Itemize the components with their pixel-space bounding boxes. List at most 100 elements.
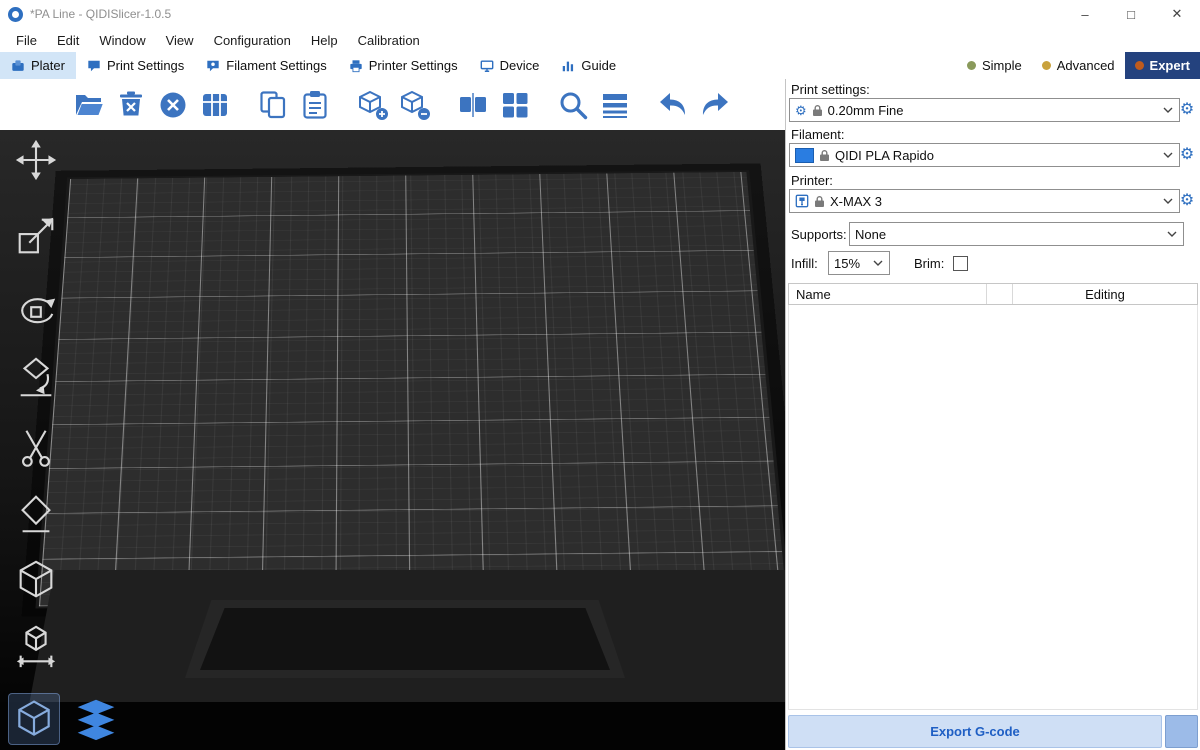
cut-tool-button[interactable]: [10, 422, 62, 474]
open-folder-icon: [73, 89, 105, 121]
mode-switcher: Simple Advanced Expert: [957, 52, 1200, 79]
menu-view[interactable]: View: [156, 33, 204, 48]
window-title: *PA Line - QIDISlicer-1.0.5: [30, 7, 171, 21]
open-project-button[interactable]: [72, 88, 106, 122]
split-objects-icon: [457, 89, 489, 121]
printer-value: X-MAX 3: [830, 194, 882, 209]
tab-printer-settings[interactable]: Printer Settings: [338, 52, 469, 79]
close-button[interactable]: ✕: [1154, 0, 1200, 28]
search-button[interactable]: [556, 88, 590, 122]
column-name[interactable]: Name: [789, 284, 987, 304]
mode-simple[interactable]: Simple: [957, 52, 1032, 79]
undo-button[interactable]: [656, 88, 690, 122]
printer-combo[interactable]: X-MAX 3: [789, 189, 1180, 213]
mirror-icon: [13, 623, 59, 669]
copy-button[interactable]: [256, 88, 290, 122]
maximize-button[interactable]: □: [1108, 0, 1154, 28]
object-list[interactable]: [788, 305, 1198, 710]
measure-cube-icon: [13, 557, 59, 603]
guide-icon: [561, 59, 575, 73]
print-bed: [35, 170, 785, 608]
split-to-parts-button[interactable]: [498, 88, 532, 122]
export-gcode-button[interactable]: Export G-code: [788, 715, 1162, 748]
mode-label: Advanced: [1057, 58, 1115, 73]
minimize-button[interactable]: –: [1062, 0, 1108, 28]
tab-print-settings[interactable]: Print Settings: [76, 52, 195, 79]
split-parts-icon: [499, 89, 531, 121]
supports-combo[interactable]: None: [849, 222, 1184, 246]
3d-editor-view-button[interactable]: [8, 693, 60, 745]
titlebar: *PA Line - QIDISlicer-1.0.5 – □ ✕: [0, 0, 1200, 28]
move-tool-button[interactable]: [10, 134, 62, 186]
mode-advanced[interactable]: Advanced: [1032, 52, 1125, 79]
3d-viewport[interactable]: [0, 130, 785, 750]
print-settings-combo[interactable]: ⚙ 0.20mm Fine: [789, 98, 1180, 122]
print-settings-icon: [87, 59, 101, 73]
delete-button[interactable]: [114, 88, 148, 122]
scale-tool-button[interactable]: [10, 210, 62, 262]
filament-combo[interactable]: QIDI PLA Rapido: [789, 143, 1180, 167]
menu-file[interactable]: File: [6, 33, 47, 48]
trash-icon: [115, 89, 147, 121]
arrange-button[interactable]: [198, 88, 232, 122]
copy-icon: [257, 89, 289, 121]
place-on-face-tool-button[interactable]: [10, 352, 62, 404]
scale-icon: [13, 213, 59, 259]
mirror-tool-button[interactable]: [10, 620, 62, 672]
menu-help[interactable]: Help: [301, 33, 348, 48]
print-settings-value: 0.20mm Fine: [828, 103, 904, 118]
infill-label: Infill:: [791, 256, 818, 271]
chevron-down-icon: [867, 260, 889, 266]
expert-mode-dot-icon: [1135, 61, 1144, 70]
variable-layer-height-button[interactable]: [598, 88, 632, 122]
lock-icon: [814, 195, 825, 208]
filament-value: QIDI PLA Rapido: [835, 148, 934, 163]
tab-device[interactable]: Device: [469, 52, 551, 79]
tab-filament-settings[interactable]: Filament Settings: [195, 52, 337, 79]
cut-scissors-icon: [13, 425, 59, 471]
delete-all-button[interactable]: [156, 88, 190, 122]
infill-value: 15%: [834, 256, 860, 271]
chevron-down-icon: [1157, 198, 1179, 204]
measure-tool-button[interactable]: [10, 554, 62, 606]
menu-calibration[interactable]: Calibration: [348, 33, 430, 48]
column-editing[interactable]: Editing: [1013, 287, 1197, 302]
remove-instance-button[interactable]: [398, 88, 432, 122]
tab-label: Plater: [31, 58, 65, 73]
arrange-icon: [199, 89, 231, 121]
undo-icon: [657, 89, 689, 121]
tab-guide[interactable]: Guide: [550, 52, 627, 79]
rotate-tool-button[interactable]: [10, 286, 62, 338]
redo-button[interactable]: [698, 88, 732, 122]
column-extruder[interactable]: [987, 284, 1013, 304]
menu-window[interactable]: Window: [89, 33, 155, 48]
preview-view-button[interactable]: [70, 693, 122, 745]
app-logo-icon: [8, 7, 23, 22]
filament-gear-button[interactable]: ⚙: [1177, 144, 1197, 166]
menu-configuration[interactable]: Configuration: [204, 33, 301, 48]
add-instance-button[interactable]: [356, 88, 390, 122]
seam-icon: [13, 491, 59, 537]
tab-label: Filament Settings: [226, 58, 326, 73]
tab-label: Guide: [581, 58, 616, 73]
export-options-button[interactable]: [1165, 715, 1198, 748]
place-on-face-icon: [13, 355, 59, 401]
infill-combo[interactable]: 15%: [828, 251, 890, 275]
chevron-down-icon: [1157, 107, 1179, 113]
split-to-objects-button[interactable]: [456, 88, 490, 122]
menu-edit[interactable]: Edit: [47, 33, 89, 48]
print-settings-label: Print settings:: [791, 82, 870, 97]
window-controls: – □ ✕: [1062, 0, 1200, 28]
brim-checkbox[interactable]: [953, 256, 968, 271]
filament-settings-icon: [206, 59, 220, 73]
delete-all-icon: [157, 89, 189, 121]
main-tabbar: Plater Print Settings Filament Settings …: [0, 52, 1200, 81]
move-icon: [13, 137, 59, 183]
print-settings-gear-button[interactable]: ⚙: [1177, 99, 1197, 121]
seam-tool-button[interactable]: [10, 488, 62, 540]
mode-expert[interactable]: Expert: [1125, 52, 1200, 79]
tab-plater[interactable]: Plater: [0, 52, 76, 79]
printer-icon: [795, 194, 809, 208]
printer-gear-button[interactable]: ⚙: [1177, 190, 1197, 212]
paste-button[interactable]: [298, 88, 332, 122]
